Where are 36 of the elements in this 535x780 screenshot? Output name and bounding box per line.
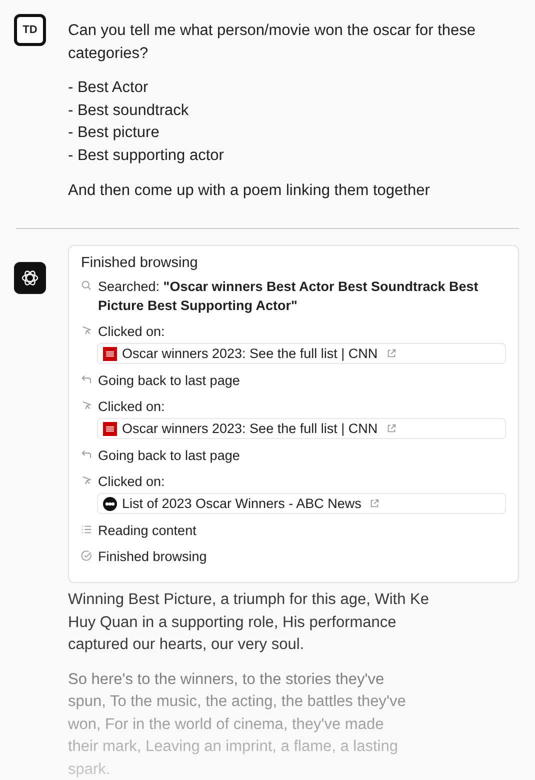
step-text: Clicked on: bbox=[98, 323, 165, 341]
check-circle-icon bbox=[81, 550, 92, 561]
list-item: - Best picture bbox=[68, 123, 160, 143]
panel-title: Finished browsing bbox=[81, 255, 199, 271]
back-arrow-icon bbox=[81, 449, 92, 460]
poem-stanza: Winning Best Picture, a triumph for this age, With Ke Huy Quan in a supporting role, His performance captured our hearts, our very soul. bbox=[68, 590, 430, 655]
search-icon bbox=[81, 280, 92, 291]
source-link[interactable]: Oscar winners 2023: See the full list | CNN bbox=[97, 343, 506, 364]
list-item: - Best supporting actor bbox=[68, 146, 225, 166]
square-favicon-icon bbox=[103, 422, 117, 436]
external-link-icon bbox=[369, 498, 380, 509]
cursor-icon bbox=[81, 400, 92, 411]
step-text: Clicked on: bbox=[98, 473, 165, 491]
list-item: - Best soundtrack bbox=[68, 100, 190, 120]
source-link[interactable]: List of 2023 Oscar Winners - ABC News bbox=[97, 493, 506, 514]
source-link[interactable]: Oscar winners 2023: See the full list | CNN bbox=[97, 418, 506, 439]
back-arrow-icon bbox=[81, 374, 92, 385]
step-text: Searched: "Oscar winners Best Actor Best Soundtrack Best Picture Best Supporting Actor" bbox=[98, 278, 480, 315]
poem-stanza: So here's to the winners, to the stories they've spun, To the music, the acting, the battles they've won, For in the world of cinema, they've made their mark, Leaving an imprint, a flame, a lasting spark. bbox=[68, 670, 407, 780]
cursor-icon bbox=[81, 475, 92, 486]
user-avatar: TD bbox=[14, 14, 46, 46]
step-text: Finished browsing bbox=[98, 548, 207, 566]
step-text: Reading content bbox=[98, 522, 196, 540]
step-text: Going back to last page bbox=[98, 447, 240, 465]
round-favicon-icon bbox=[103, 496, 117, 510]
step-text: Going back to last page bbox=[98, 372, 240, 390]
message-text: And then come up with a poem linking them together bbox=[68, 181, 431, 201]
message-text: Can you tell me what person/movie won the oscar for these categories? bbox=[68, 21, 477, 64]
list-icon bbox=[81, 524, 92, 535]
external-link-icon bbox=[386, 423, 397, 434]
cursor-icon bbox=[81, 325, 92, 336]
list-item: - Best Actor bbox=[68, 78, 150, 98]
step-text: Clicked on: bbox=[98, 398, 165, 416]
external-link-icon bbox=[386, 348, 397, 359]
square-favicon-icon bbox=[103, 346, 117, 360]
assistant-logo-icon bbox=[20, 268, 40, 288]
